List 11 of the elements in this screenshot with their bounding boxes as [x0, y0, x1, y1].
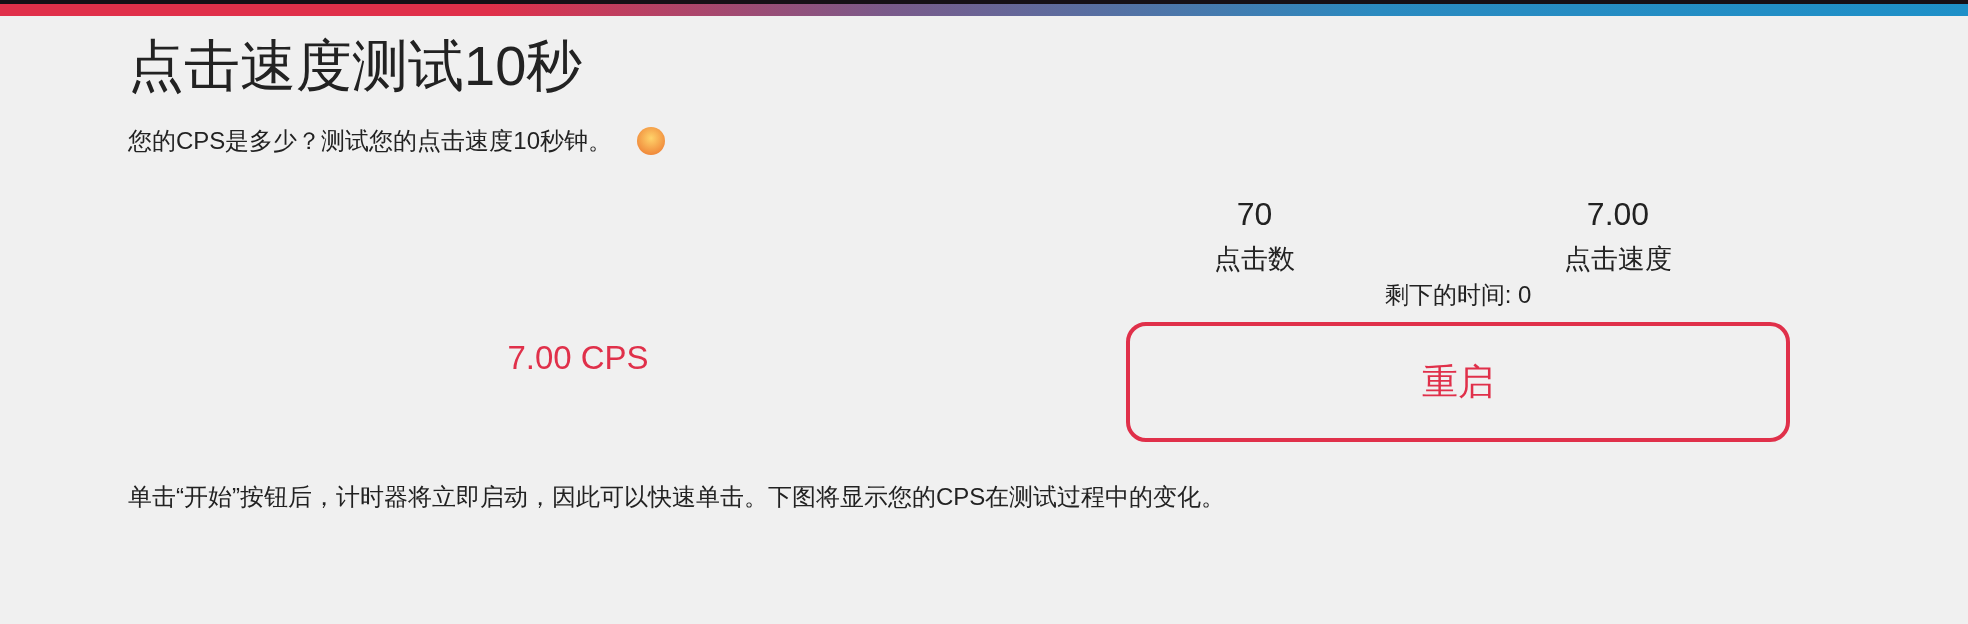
stat-label: 点击数	[1214, 243, 1295, 276]
cps-result: 7.00 CPS	[507, 338, 649, 378]
description: 单击“开始”按钮后，计时器将立即启动，因此可以快速单击。下图将显示您的CPS在测试过程中的变化。	[128, 482, 1227, 512]
subtitle: 您的CPS是多少？测试您的点击速度10秒钟。	[128, 126, 613, 156]
stat-value: 7.00	[1586, 195, 1650, 234]
page-title: 点击速度测试10秒	[128, 33, 584, 99]
stat-label: 点击速度	[1564, 243, 1672, 276]
emoji-icon	[636, 126, 667, 156]
time-remaining: 剩下的时间: 0	[1383, 280, 1533, 310]
restart-button[interactable]: 重启	[1126, 322, 1790, 442]
stat-value: 70	[1236, 195, 1273, 234]
